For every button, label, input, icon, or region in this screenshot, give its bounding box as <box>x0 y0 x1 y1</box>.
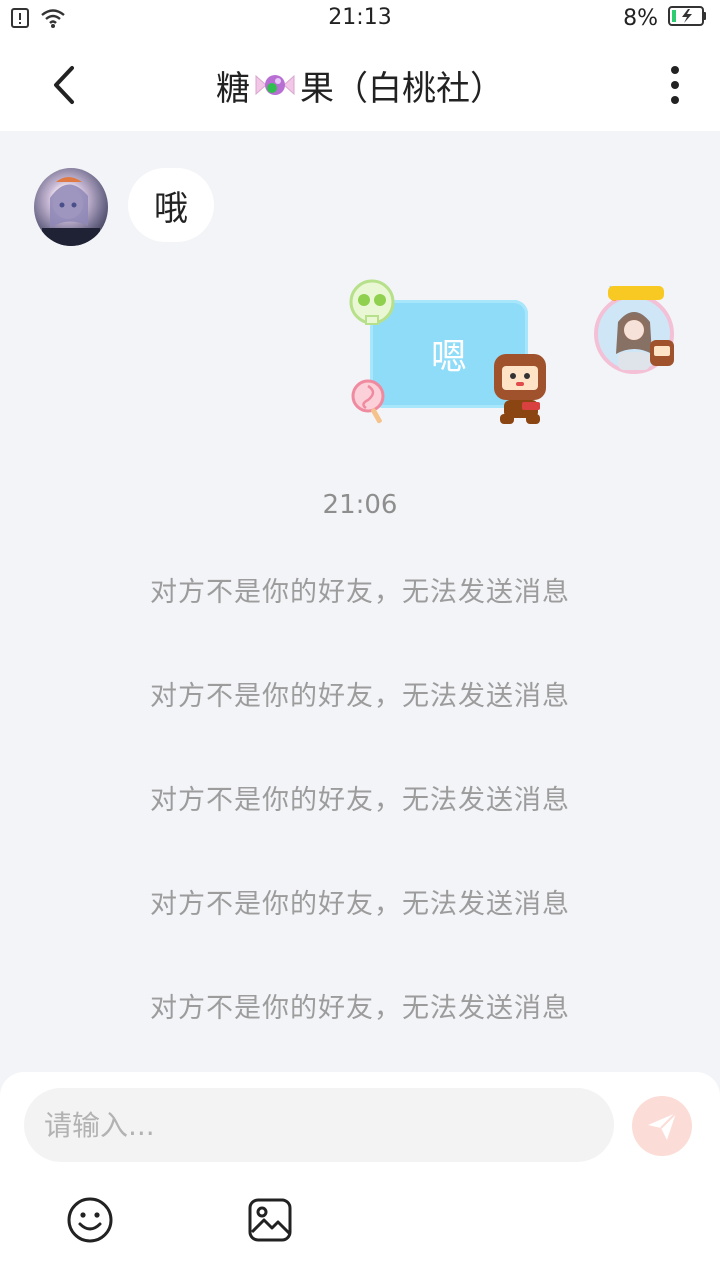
my-avatar[interactable]: 🏅 <box>588 282 684 378</box>
image-button[interactable] <box>246 1196 294 1244</box>
more-vertical-icon <box>671 66 679 104</box>
battery-charging-icon <box>668 5 708 31</box>
emoji-icon <box>67 1197 113 1243</box>
contact-avatar[interactable] <box>34 168 108 246</box>
more-options-button[interactable] <box>658 64 692 106</box>
skull-sticker-icon <box>349 279 395 325</box>
candy-emoji-icon <box>252 68 298 102</box>
back-button[interactable] <box>40 60 90 110</box>
status-icons-right: 8% <box>623 5 708 31</box>
lollipop-sticker-icon <box>351 379 385 424</box>
emoji-button[interactable] <box>66 1196 114 1244</box>
send-icon <box>648 1112 677 1140</box>
system-message: 对方不是你的好友，无法发送消息 <box>150 993 570 1024</box>
system-message: 对方不是你的好友，无法发送消息 <box>150 785 570 816</box>
message-bubble-right-wrapper: 嗯 <box>346 278 560 428</box>
chat-title-prefix: 糖 <box>216 68 250 109</box>
message-bubble-left[interactable]: 哦 <box>128 168 214 242</box>
chat-header: 糖 果（白桃社） <box>0 38 720 131</box>
status-bar: 21:13 8% <box>0 0 720 38</box>
message-input[interactable] <box>24 1088 614 1162</box>
system-message: 对方不是你的好友，无法发送消息 <box>150 889 570 920</box>
send-button[interactable] <box>632 1096 692 1156</box>
message-text: 哦 <box>154 188 188 229</box>
image-icon <box>248 1198 292 1242</box>
status-time: 21:13 <box>328 5 392 30</box>
composer-panel <box>0 1072 720 1280</box>
brown-character-sticker-icon <box>494 354 546 424</box>
chat-title: 糖 果（白桃社） <box>120 60 600 110</box>
message-timestamp: 21:06 <box>322 490 398 520</box>
message-text: 嗯 <box>430 337 467 378</box>
battery-percent: 8% <box>623 5 658 31</box>
back-arrow-icon <box>54 66 74 104</box>
system-message: 对方不是你的好友，无法发送消息 <box>150 577 570 608</box>
system-message: 对方不是你的好友，无法发送消息 <box>150 681 570 712</box>
chat-title-suffix: 果（白桃社） <box>300 68 504 109</box>
